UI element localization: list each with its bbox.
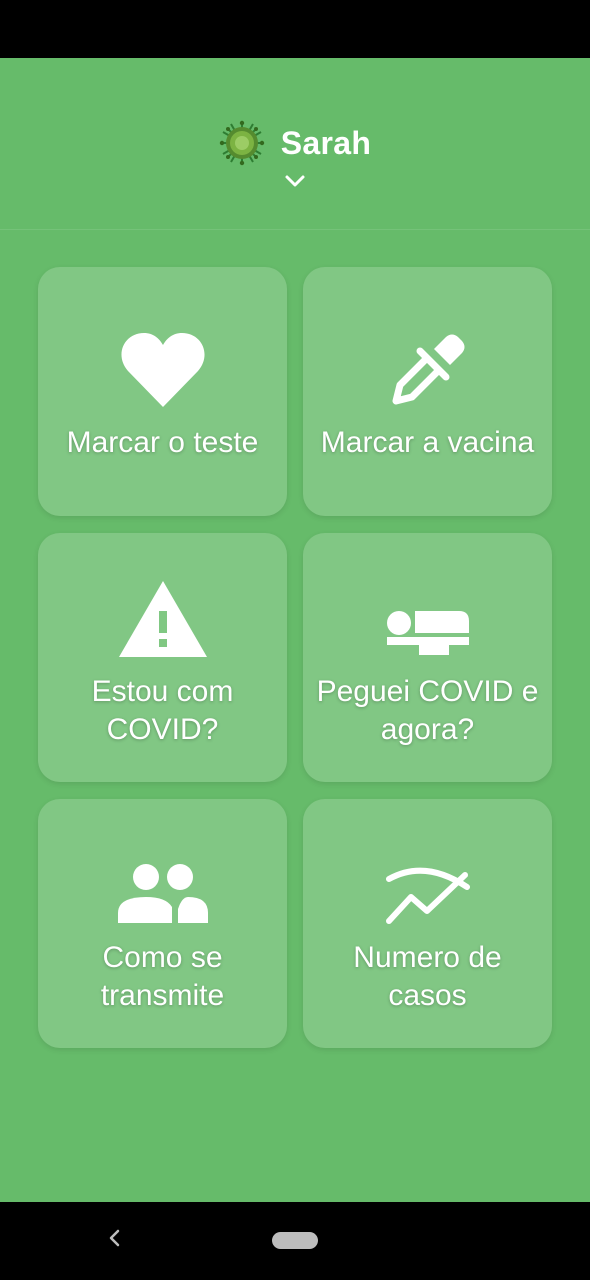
- tile-marcar-vacina[interactable]: Marcar a vacina: [303, 267, 552, 516]
- tile-label: Estou com COVID?: [91, 675, 234, 746]
- syringe-icon: [388, 333, 468, 409]
- tile-label: Numero de casos: [353, 941, 502, 1012]
- header: Sarah: [0, 58, 590, 230]
- back-button[interactable]: [100, 1226, 128, 1254]
- bed-icon: [385, 609, 471, 659]
- tile-peguei-covid[interactable]: Peguei COVID e agora?: [303, 533, 552, 782]
- tile-label: Como se transmite: [100, 941, 225, 1012]
- trending-icon: [385, 865, 471, 925]
- profile-row: Sarah: [219, 120, 371, 166]
- system-nav-bar: [0, 1202, 590, 1280]
- back-arrow-icon: [107, 1228, 121, 1253]
- tile-numero-de-casos[interactable]: Numero de casos: [303, 799, 552, 1048]
- profile-header: Sarah: [0, 120, 590, 187]
- tile-estou-com-covid[interactable]: Estou com COVID?: [38, 533, 287, 782]
- app-screen: Sarah Marcar o teste Marcar a vacina Est…: [0, 58, 590, 1202]
- tile-label: Marcar a vacina: [320, 426, 535, 459]
- profile-switcher[interactable]: Sarah: [219, 120, 371, 188]
- virus-avatar-icon: [219, 120, 265, 166]
- user-name: Sarah: [280, 124, 372, 161]
- tile-label: Marcar o teste: [66, 426, 259, 459]
- warning-icon: [117, 579, 209, 659]
- chevron-down-icon: [283, 174, 307, 188]
- tile-label: Peguei COVID e agora?: [316, 675, 539, 746]
- tile-marcar-teste[interactable]: Marcar o teste: [38, 267, 287, 516]
- heart-icon: [120, 331, 206, 409]
- tile-como-se-transmite[interactable]: Como se transmite: [38, 799, 287, 1048]
- people-icon: [116, 863, 210, 925]
- home-button[interactable]: [272, 1232, 318, 1249]
- menu-grid: Marcar o teste Marcar a vacina Estou com…: [38, 267, 552, 1048]
- status-bar: [0, 0, 590, 58]
